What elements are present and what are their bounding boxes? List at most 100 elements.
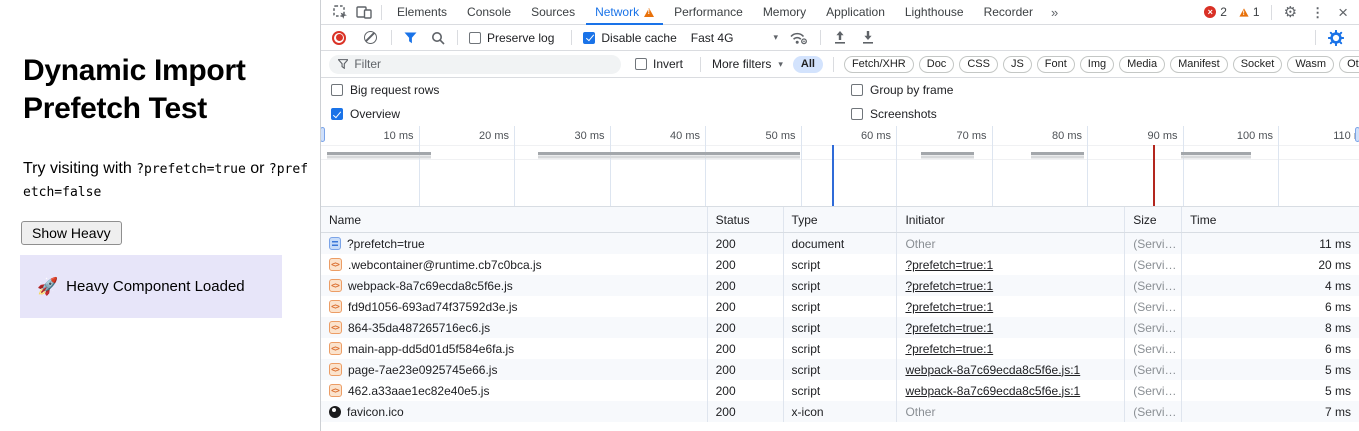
tab-console[interactable]: Console (457, 0, 521, 25)
column-header-time[interactable]: Time (1182, 207, 1359, 232)
filter-pill-fetch-xhr[interactable]: Fetch/XHR (844, 56, 914, 73)
show-heavy-button[interactable]: Show Heavy (21, 221, 122, 245)
table-row[interactable]: 462.a33aae1ec82e40e5.js200scriptwebpack-… (321, 380, 1359, 401)
status-cell: 200 (708, 275, 784, 296)
divider (381, 5, 382, 20)
size-cell: (Servi… (1125, 359, 1182, 380)
table-row[interactable]: fd9d1056-693ad74f37592d3e.js200script?pr… (321, 296, 1359, 317)
time-cell: 11 ms (1182, 233, 1359, 254)
network-settings-gear-icon[interactable] (1328, 30, 1344, 46)
timeline-gridline (1087, 126, 1088, 206)
table-row[interactable]: favicon.ico200x-iconOther(Servi…7 ms (321, 401, 1359, 422)
warning-badge[interactable]: 1 (1239, 5, 1260, 19)
timeline-tick-label: 10 ms (384, 130, 414, 142)
initiator-link[interactable]: ?prefetch=true:1 (905, 321, 993, 335)
big-request-rows-checkbox[interactable] (331, 84, 343, 96)
size-cell: (Servi… (1125, 317, 1182, 338)
tab-lighthouse[interactable]: Lighthouse (895, 0, 974, 25)
filter-pill-wasm[interactable]: Wasm (1287, 56, 1334, 73)
initiator-link[interactable]: webpack-8a7c69ecda8c5f6e.js:1 (905, 363, 1080, 377)
initiator-link[interactable]: ?prefetch=true:1 (905, 300, 993, 314)
column-header-status[interactable]: Status (708, 207, 784, 232)
more-options-icon[interactable]: ⋮ (1311, 5, 1324, 20)
timeline-gridline (514, 126, 515, 206)
export-har-icon[interactable] (861, 30, 875, 45)
status-cell: 200 (708, 254, 784, 275)
disable-cache-checkbox[interactable] (583, 32, 595, 44)
initiator-link[interactable]: ?prefetch=true:1 (905, 279, 993, 293)
type-cell: script (784, 317, 898, 338)
size-cell: (Servi… (1125, 338, 1182, 359)
table-row[interactable]: page-7ae23e0925745e66.js200scriptwebpack… (321, 359, 1359, 380)
more-tabs-icon[interactable]: » (1043, 5, 1066, 20)
network-toolbar: Preserve log Disable cache Fast 4G ▾ (321, 25, 1359, 51)
device-toolbar-icon[interactable] (352, 5, 376, 19)
inspect-icon[interactable] (328, 5, 352, 20)
filter-pill-font[interactable]: Font (1037, 56, 1075, 73)
filter-pill-all[interactable]: All (793, 56, 823, 73)
table-row[interactable]: ?prefetch=true200documentOther(Servi…11 … (321, 233, 1359, 254)
initiator-link[interactable]: webpack-8a7c69ecda8c5f6e.js:1 (905, 384, 1080, 398)
dcl-event-marker (832, 145, 834, 206)
filter-funnel-icon[interactable] (404, 32, 417, 44)
filter-pill-img[interactable]: Img (1080, 56, 1114, 73)
screenshots-checkbox[interactable] (851, 108, 863, 120)
close-devtools-icon[interactable]: × (1338, 5, 1348, 20)
preserve-log-checkbox[interactable] (469, 32, 481, 44)
network-overview-timeline[interactable]: 10 ms20 ms30 ms40 ms50 ms60 ms70 ms80 ms… (321, 126, 1359, 207)
filter-pill-doc[interactable]: Doc (919, 56, 955, 73)
timeline-gridline (992, 126, 993, 206)
import-har-icon[interactable] (833, 30, 847, 45)
network-conditions-icon[interactable] (789, 31, 808, 45)
initiator-cell: ?prefetch=true:1 (897, 254, 1125, 275)
time-cell: 5 ms (1182, 380, 1359, 401)
filter-pill-media[interactable]: Media (1119, 56, 1165, 73)
timeline-right-handle[interactable] (1355, 127, 1359, 142)
requests-table-body: ?prefetch=true200documentOther(Servi…11 … (321, 233, 1359, 422)
filter-pill-socket[interactable]: Socket (1233, 56, 1283, 73)
size-cell: (Servi… (1125, 380, 1182, 401)
tab-sources[interactable]: Sources (521, 0, 585, 25)
time-cell: 6 ms (1182, 338, 1359, 359)
settings-gear-icon[interactable]: ⚙ (1284, 5, 1297, 20)
group-by-frame-checkbox[interactable] (851, 84, 863, 96)
table-row[interactable]: 864-35da487265716ec6.js200script?prefetc… (321, 317, 1359, 338)
timeline-left-handle[interactable] (321, 127, 325, 142)
timeline-tick-label: 60 ms (861, 130, 891, 142)
tab-network[interactable]: Network (585, 0, 664, 25)
search-icon[interactable] (431, 31, 445, 45)
record-network-log-icon[interactable] (332, 31, 346, 45)
filter-pill-css[interactable]: CSS (959, 56, 998, 73)
tab-recorder[interactable]: Recorder (974, 0, 1043, 25)
invert-checkbox[interactable] (635, 58, 647, 70)
timeline-tick-label: 90 ms (1148, 130, 1178, 142)
error-badge[interactable]: × 2 (1204, 5, 1227, 19)
tab-label: Recorder (984, 5, 1033, 19)
request-name: ?prefetch=true (347, 237, 425, 251)
tab-performance[interactable]: Performance (664, 0, 753, 25)
initiator-link[interactable]: ?prefetch=true:1 (905, 258, 993, 272)
chevron-down-icon: ▾ (773, 32, 778, 43)
filter-pill-other[interactable]: Other (1339, 56, 1359, 73)
tab-elements[interactable]: Elements (387, 0, 457, 25)
filter-input[interactable] (354, 57, 612, 71)
throttling-dropdown[interactable]: Fast 4G ▾ (691, 31, 778, 45)
more-filters-dropdown[interactable]: More filters ▾ (712, 57, 783, 71)
table-row[interactable]: main-app-dd5d01d5f584e6fa.js200script?pr… (321, 338, 1359, 359)
time-cell: 5 ms (1182, 359, 1359, 380)
column-header-name[interactable]: Name (321, 207, 708, 232)
filter-pill-js[interactable]: JS (1003, 56, 1032, 73)
column-header-size[interactable]: Size (1125, 207, 1182, 232)
column-header-type[interactable]: Type (784, 207, 898, 232)
filter-pill-manifest[interactable]: Manifest (1170, 56, 1228, 73)
table-row[interactable]: webpack-8a7c69ecda8c5f6e.js200script?pre… (321, 275, 1359, 296)
name-cell: 864-35da487265716ec6.js (321, 317, 708, 338)
column-header-initiator[interactable]: Initiator (897, 207, 1125, 232)
divider (457, 30, 458, 45)
overview-checkbox[interactable] (331, 108, 343, 120)
table-row[interactable]: .webcontainer@runtime.cb7c0bca.js200scri… (321, 254, 1359, 275)
tab-memory[interactable]: Memory (753, 0, 816, 25)
clear-network-log-icon[interactable] (364, 31, 377, 44)
initiator-link[interactable]: ?prefetch=true:1 (905, 342, 993, 356)
tab-application[interactable]: Application (816, 0, 895, 25)
